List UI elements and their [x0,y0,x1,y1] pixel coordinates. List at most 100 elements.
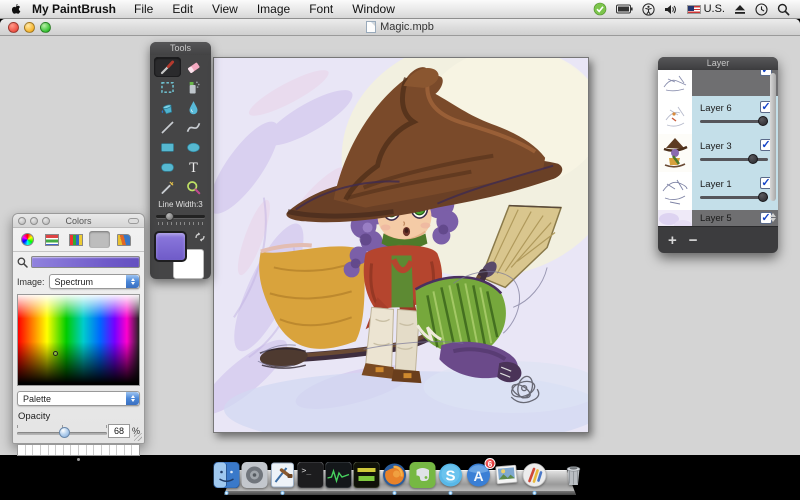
dock-evernote[interactable] [410,462,436,488]
universal-access-icon[interactable] [642,2,655,17]
opacity-control: 68 % [17,423,140,439]
magic-wand-tool[interactable] [154,177,181,197]
text-icon: T [185,159,202,176]
colors-header[interactable]: Colors [13,214,144,228]
layer-row[interactable]: ✓ [658,70,778,96]
remove-layer-button[interactable]: − [689,233,698,248]
sync-check-icon[interactable] [593,2,607,17]
color-sliders-icon [45,234,59,246]
spray-tool[interactable] [181,77,208,97]
text-tool[interactable]: T [181,157,208,177]
foreground-color-swatch[interactable] [154,231,187,262]
dock-xcode[interactable] [270,462,296,488]
menu-view[interactable]: View [212,2,238,16]
dock-items: >_ SA6 [214,462,587,488]
color-sliders-mode-button[interactable] [41,231,62,248]
scroll-down-icon [770,218,776,222]
close-button[interactable] [8,22,19,33]
input-source-flag[interactable]: U.S. [687,2,725,17]
menu-image[interactable]: Image [257,2,290,16]
brush-tool[interactable] [154,57,181,77]
image-source-dropdown[interactable]: Spectrum [49,274,140,289]
app-menu-title[interactable]: My PaintBrush [32,2,116,16]
swap-colors-icon[interactable] [194,231,206,243]
opacity-value-field[interactable]: 68 [108,424,130,438]
minimize-button[interactable] [24,22,35,33]
colors-close-button[interactable] [18,217,26,225]
color-wheel-icon [21,233,34,246]
dock-activity-monitor[interactable] [326,462,352,488]
curve-tool[interactable] [181,117,208,137]
magnifier-icon[interactable] [17,257,28,268]
paint-canvas[interactable] [213,57,589,433]
opacity-thumb[interactable] [59,427,70,438]
layer-opacity-slider[interactable] [700,155,768,164]
layer-thumbnail [658,172,692,210]
eraser-tool[interactable] [181,57,208,77]
zoom-tool[interactable] [181,177,208,197]
rounded-rectangle-tool[interactable] [154,157,181,177]
document-icon [366,21,376,33]
image-label: Image: [17,277,45,287]
dock-photos[interactable] [494,462,520,488]
resize-handle[interactable] [134,433,142,441]
time-machine-icon[interactable] [755,2,768,17]
current-color-bar[interactable] [31,256,140,268]
menu-edit[interactable]: Edit [172,2,193,16]
spotlight-icon[interactable] [777,2,790,17]
dock-trash[interactable] [561,462,587,488]
menu-file[interactable]: File [134,2,153,16]
volume-icon[interactable] [664,2,678,17]
fill-tool[interactable] [154,97,181,117]
crayons-mode-button[interactable] [113,231,134,248]
layer-thumbnail [658,210,692,226]
ellipse-tool[interactable] [181,137,208,157]
magic-wand-icon [159,179,176,196]
dock-terminal[interactable]: >_ [298,462,324,488]
layer-row-layer-5[interactable]: Layer 5✓ [658,210,778,226]
menu-window[interactable]: Window [352,2,395,16]
layer-row-layer-6[interactable]: Layer 6✓ [658,96,778,134]
image-palettes-icon [93,234,107,246]
dock-istat-widget[interactable] [354,462,380,488]
battery-icon[interactable] [616,2,633,17]
tools-title[interactable]: Tools [150,42,211,55]
layer-scrollbar[interactable] [770,73,776,201]
dock-paintbrush-app[interactable] [522,462,548,488]
layer-opacity-slider[interactable] [700,193,768,202]
window-title: Magic.mpb [366,21,434,33]
rectangle-tool[interactable] [154,137,181,157]
colors-minimize-button[interactable] [30,217,38,225]
add-layer-button[interactable]: + [668,233,677,248]
line-width-slider[interactable] [156,212,205,220]
layer-scroll-arrows[interactable] [768,213,777,222]
eject-icon[interactable] [734,2,746,17]
image-palettes-mode-button[interactable] [89,231,110,248]
layer-opacity-slider[interactable] [700,117,768,126]
dock-finder[interactable] [214,462,240,488]
dock-screen-sharing[interactable] [242,462,268,488]
select-tool[interactable] [154,77,181,97]
layer-row-layer-3[interactable]: Layer 3✓ [658,134,778,172]
color-palettes-mode-button[interactable] [65,231,86,248]
colors-zoom-button[interactable] [42,217,50,225]
dock-app-store[interactable]: A6 [466,462,492,488]
scroll-up-icon [770,213,776,217]
dock-skype[interactable]: S [438,462,464,488]
layer-panel-title[interactable]: Layer [658,57,778,70]
fill-icon [159,99,176,116]
window-titlebar[interactable]: Magic.mpb [0,19,800,36]
line-tool[interactable] [154,117,181,137]
terminal-icon: >_ [298,462,324,488]
spectrum-picker[interactable] [17,294,140,386]
palette-dropdown[interactable]: Palette [17,391,140,406]
apple-menu-icon[interactable] [9,3,22,16]
color-wheel-mode-button[interactable] [17,231,38,248]
dock-firefox[interactable] [382,462,408,488]
zoom-button[interactable] [40,22,51,33]
line-width-thumb[interactable] [165,212,174,221]
menu-font[interactable]: Font [309,2,333,16]
layer-row-layer-1[interactable]: Layer 1✓ [658,172,778,210]
water-drop-tool[interactable] [181,97,208,117]
colors-collapse-button[interactable] [128,218,139,224]
